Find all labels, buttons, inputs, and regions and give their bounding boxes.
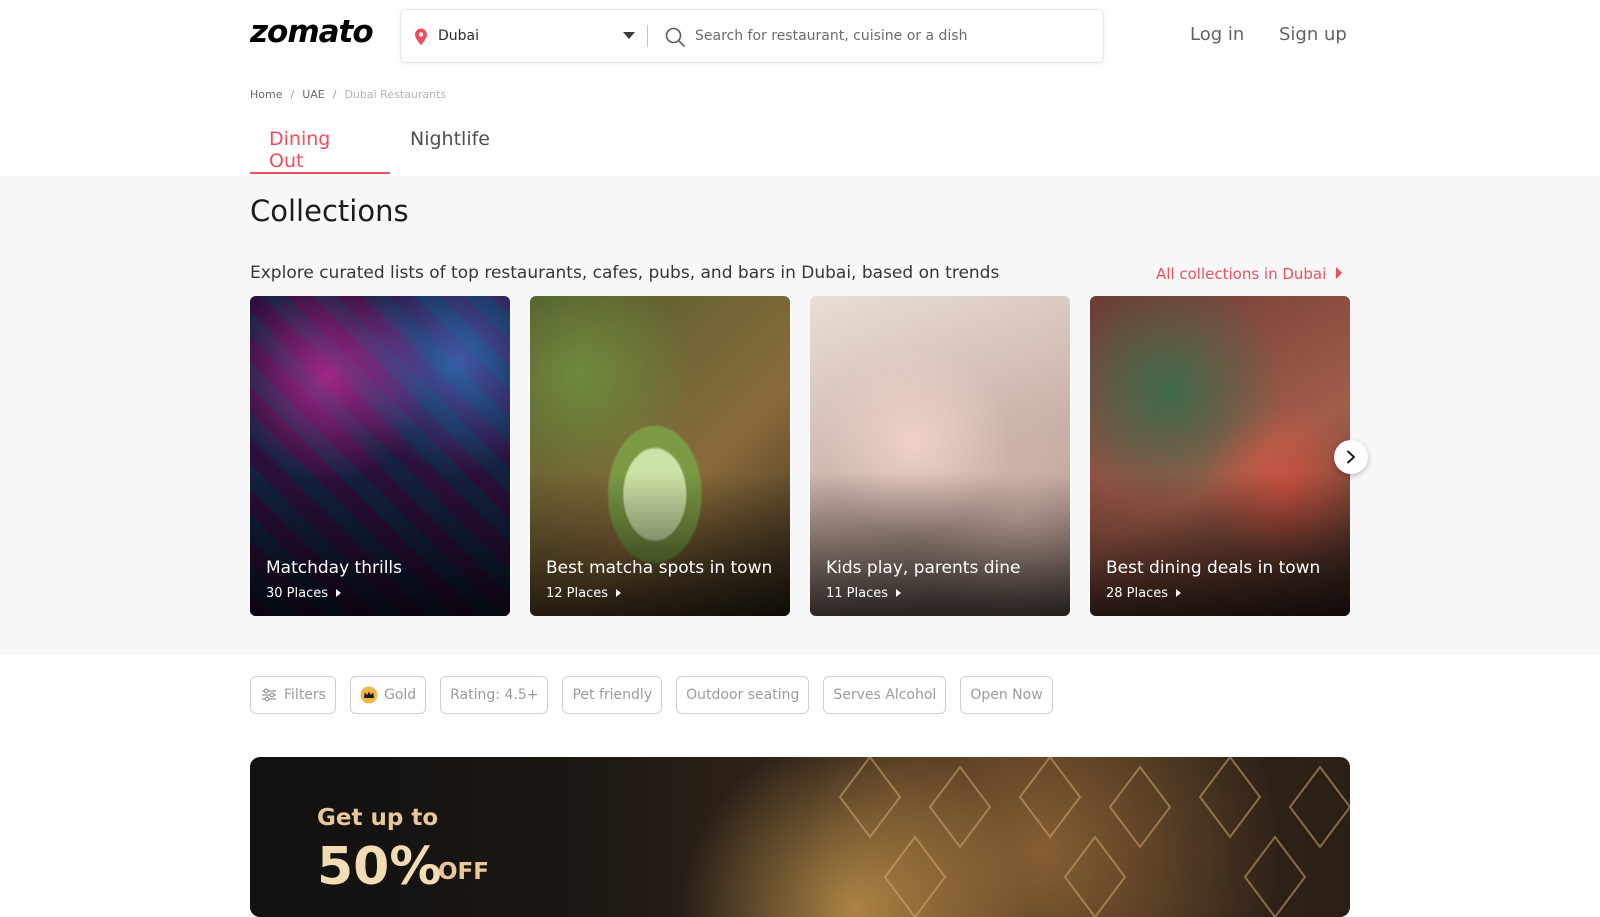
places-count: 11 Places bbox=[826, 586, 889, 601]
collection-card[interactable]: Best matcha spots in town 12 Places bbox=[530, 296, 790, 616]
collections-section: Collections Explore curated lists of top… bbox=[0, 176, 1600, 655]
filters-label: Filters bbox=[284, 687, 326, 703]
caret-right-icon bbox=[1336, 267, 1343, 279]
serves-alcohol-label: Serves Alcohol bbox=[833, 687, 937, 703]
collection-places: 12 Places bbox=[546, 586, 622, 601]
all-collections-link[interactable]: All collections in Dubai bbox=[1156, 265, 1343, 283]
location-pin-icon bbox=[415, 28, 427, 46]
search-divider bbox=[647, 25, 648, 47]
caret-right-icon bbox=[896, 589, 902, 597]
collection-card[interactable]: Kids play, parents dine 11 Places bbox=[810, 296, 1070, 616]
filter-chips: Filters Gold Rating: 4.5+ Pet friendly O… bbox=[250, 676, 1053, 714]
collection-places: 28 Places bbox=[1106, 586, 1182, 601]
location-selector[interactable]: Dubai bbox=[438, 28, 479, 44]
collection-card[interactable]: Matchday thrills 30 Places bbox=[250, 296, 510, 616]
outdoor-seating-label: Outdoor seating bbox=[686, 687, 800, 703]
signup-link[interactable]: Sign up bbox=[1279, 24, 1347, 45]
carousel-next-button[interactable] bbox=[1334, 440, 1368, 474]
collection-card[interactable]: Best dining deals in town 28 Places bbox=[1090, 296, 1350, 616]
zomato-logo[interactable]: zomato bbox=[250, 14, 374, 50]
collection-title: Best matcha spots in town bbox=[546, 558, 773, 578]
gold-promo-banner[interactable]: Get up to 50% OFF bbox=[250, 757, 1350, 917]
breadcrumb: Home / UAE / Dubai Restaurants bbox=[250, 88, 446, 101]
filter-gold[interactable]: Gold bbox=[349, 676, 427, 714]
collection-places: 11 Places bbox=[826, 586, 902, 601]
sliders-icon bbox=[262, 688, 276, 702]
filter-outdoor-seating[interactable]: Outdoor seating bbox=[676, 676, 810, 714]
pet-friendly-label: Pet friendly bbox=[572, 687, 653, 703]
filter-open-now[interactable]: Open Now bbox=[960, 676, 1053, 714]
breadcrumb-home[interactable]: Home bbox=[250, 88, 282, 101]
places-count: 12 Places bbox=[546, 586, 609, 601]
active-tab-indicator bbox=[250, 172, 390, 174]
breadcrumb-current: Dubai Restaurants bbox=[344, 88, 447, 101]
collection-title: Best dining deals in town bbox=[1106, 558, 1321, 578]
breadcrumb-separator: / bbox=[290, 88, 295, 101]
filter-pet-friendly[interactable]: Pet friendly bbox=[562, 676, 663, 714]
caret-right-icon bbox=[1176, 589, 1182, 597]
caret-right-icon bbox=[616, 589, 622, 597]
places-count: 28 Places bbox=[1106, 586, 1169, 601]
caret-down-icon[interactable] bbox=[623, 32, 635, 39]
filter-serves-alcohol[interactable]: Serves Alcohol bbox=[823, 676, 947, 714]
collections-title: Collections bbox=[250, 194, 409, 228]
places-count: 30 Places bbox=[266, 586, 329, 601]
promo-percent: 50% bbox=[317, 837, 442, 897]
breadcrumb-separator: / bbox=[332, 88, 337, 101]
open-now-label: Open Now bbox=[970, 687, 1043, 703]
search-input[interactable] bbox=[695, 22, 1090, 50]
tab-nightlife[interactable]: Nightlife bbox=[410, 128, 490, 150]
login-link[interactable]: Log in bbox=[1190, 24, 1244, 45]
filter-rating[interactable]: Rating: 4.5+ bbox=[440, 676, 549, 714]
search-icon bbox=[665, 27, 685, 47]
chevron-right-icon bbox=[1347, 450, 1355, 464]
promo-headline: Get up to bbox=[317, 805, 439, 831]
promo-off: OFF bbox=[438, 859, 489, 885]
search-bar: Dubai bbox=[400, 9, 1104, 63]
gold-label: Gold bbox=[383, 687, 417, 703]
collection-title: Kids play, parents dine bbox=[826, 558, 1021, 578]
tab-dining-out[interactable]: Dining Out bbox=[269, 128, 330, 172]
diamond-pattern bbox=[838, 757, 1350, 917]
crown-badge-icon bbox=[360, 686, 378, 704]
filters-button[interactable]: Filters bbox=[250, 676, 336, 714]
top-header: zomato Dubai Log in Sign up bbox=[0, 0, 1600, 72]
collection-places: 30 Places bbox=[266, 586, 342, 601]
caret-right-icon bbox=[336, 589, 342, 597]
all-collections-label: All collections in Dubai bbox=[1156, 265, 1327, 283]
rating-label: Rating: 4.5+ bbox=[450, 687, 539, 703]
collection-title: Matchday thrills bbox=[266, 558, 402, 578]
breadcrumb-uae[interactable]: UAE bbox=[302, 88, 325, 101]
collections-description: Explore curated lists of top restaurants… bbox=[250, 263, 1000, 283]
